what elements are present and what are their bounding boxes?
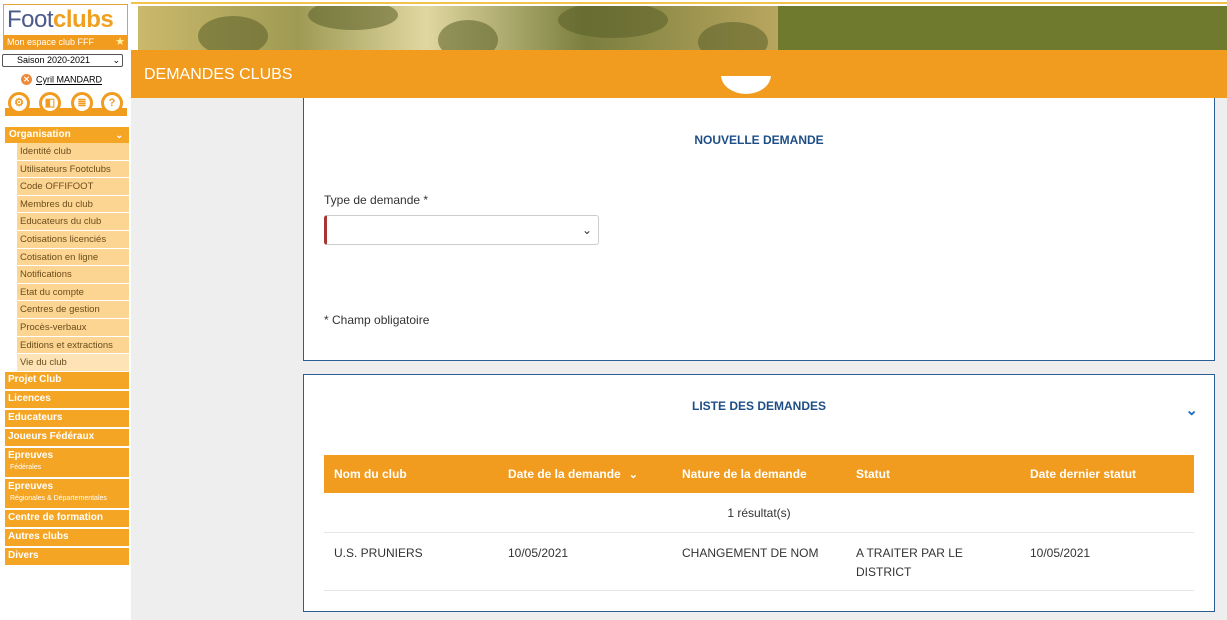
- page-header-bar: DEMANDES CLUBS: [131, 50, 1227, 98]
- page-title: DEMANDES CLUBS: [144, 66, 293, 83]
- cell-last-status-date: 10/05/2021: [1030, 546, 1091, 560]
- request-type-label: Type de demande *: [324, 193, 429, 207]
- result-count: 1 résultat(s): [324, 493, 1194, 533]
- cell-status: A TRAITER PAR LE DISTRICT: [856, 546, 963, 579]
- table-row[interactable]: U.S. PRUNIERS 10/05/2021 CHANGEMENT DE N…: [324, 533, 1194, 591]
- menu-item[interactable]: Editions et extractions: [17, 336, 129, 355]
- season-select[interactable]: Saison 2020-2021 ⌄: [2, 54, 123, 67]
- star-icon: ★: [115, 36, 125, 48]
- menu-category[interactable]: Divers: [5, 547, 129, 567]
- table-header: Nom du club Date de la demande ⌄ Nature d…: [324, 455, 1194, 493]
- help-icon[interactable]: ?: [101, 92, 123, 114]
- header-banner-image: [138, 6, 778, 50]
- menu-category[interactable]: Licences: [5, 390, 129, 410]
- sidebar: Footclubs Mon espace club FFF ★ Saison 2…: [0, 0, 131, 620]
- sort-desc-icon[interactable]: ⌄: [629, 469, 638, 481]
- user-info: ✕ Cyril MANDARD: [21, 72, 102, 86]
- menu-item[interactable]: Educateurs du club: [17, 213, 129, 231]
- documents-icon[interactable]: ◧: [39, 92, 61, 114]
- menu-section-organisation[interactable]: Organisation ⌄: [5, 127, 129, 143]
- column-header[interactable]: Statut: [846, 455, 1020, 493]
- menu-category[interactable]: Projet Club: [5, 371, 129, 391]
- cell-club-name: U.S. PRUNIERS: [334, 546, 423, 560]
- new-request-panel: NOUVELLE DEMANDE Type de demande * ⌄ * C…: [303, 76, 1215, 361]
- menu-item[interactable]: Identité club: [17, 143, 129, 161]
- menu-item[interactable]: Notifications: [17, 266, 129, 284]
- menu-category[interactable]: Centre de formation: [5, 509, 129, 529]
- requests-table: Nom du club Date de la demande ⌄ Nature d…: [324, 455, 1194, 591]
- menu-item-active[interactable]: Vie du club: [17, 354, 129, 372]
- cell-request-date: 10/05/2021: [508, 546, 569, 560]
- column-header[interactable]: Nom du club: [324, 455, 498, 493]
- chevron-down-icon: ⌄: [115, 130, 123, 140]
- required-field-note: * Champ obligatoire: [324, 313, 430, 327]
- menu-category[interactable]: Autres clubs: [5, 528, 129, 548]
- column-header[interactable]: Nature de la demande: [672, 455, 846, 493]
- logo-brand: Footclubs: [7, 6, 114, 33]
- menu-category[interactable]: Educateurs: [5, 409, 129, 429]
- cell-request-nature: CHANGEMENT DE NOM: [682, 546, 819, 560]
- menu-category[interactable]: Epreuves Régionales & Départementales: [5, 478, 129, 510]
- chevron-down-icon[interactable]: ⌄: [1185, 401, 1198, 419]
- menu-item[interactable]: Code OFFIFOOT: [17, 178, 129, 196]
- user-name-link[interactable]: Cyril MANDARD: [36, 75, 102, 85]
- menu-item[interactable]: Etat du compte: [17, 283, 129, 302]
- column-header[interactable]: Date de la demande ⌄: [498, 455, 672, 493]
- menu-item[interactable]: Membres du club: [17, 195, 129, 214]
- request-type-select[interactable]: ⌄: [324, 215, 599, 245]
- menu-item[interactable]: Centres de gestion: [17, 301, 129, 319]
- request-list-panel: LISTE DES DEMANDES ⌄ Nom du club Date de…: [303, 374, 1215, 612]
- logout-icon[interactable]: ✕: [21, 74, 32, 86]
- header-topline: [131, 2, 1227, 4]
- toolbar-icons: ⚙ ◧ ≣ ?: [5, 92, 127, 118]
- menu-category[interactable]: Epreuves Fédérales: [5, 447, 129, 479]
- section-badge: [717, 76, 775, 120]
- chevron-down-icon: ⌄: [581, 223, 592, 237]
- column-header[interactable]: Date dernier statut: [1020, 455, 1194, 493]
- settings-icon[interactable]: ⚙: [8, 92, 30, 114]
- footclubs-logo[interactable]: Footclubs Mon espace club FFF ★: [3, 4, 128, 50]
- menu-item[interactable]: Cotisations licenciés: [17, 230, 129, 249]
- menu-item[interactable]: Utilisateurs Footclubs: [17, 160, 129, 179]
- new-request-title: NOUVELLE DEMANDE: [694, 133, 824, 147]
- logo-tagline: Mon espace club FFF: [4, 35, 127, 49]
- chevron-down-icon: ⌄: [112, 55, 120, 65]
- list-icon[interactable]: ≣: [71, 92, 93, 114]
- side-menu: Organisation ⌄ Identité club Utilisateurs…: [5, 127, 129, 567]
- header-olive-block: [778, 6, 1227, 50]
- menu-category[interactable]: Joueurs Fédéraux: [5, 428, 129, 448]
- menu-item[interactable]: Procès-verbaux: [17, 318, 129, 337]
- menu-item[interactable]: Cotisation en ligne: [17, 248, 129, 267]
- request-list-title: LISTE DES DEMANDES: [691, 399, 826, 413]
